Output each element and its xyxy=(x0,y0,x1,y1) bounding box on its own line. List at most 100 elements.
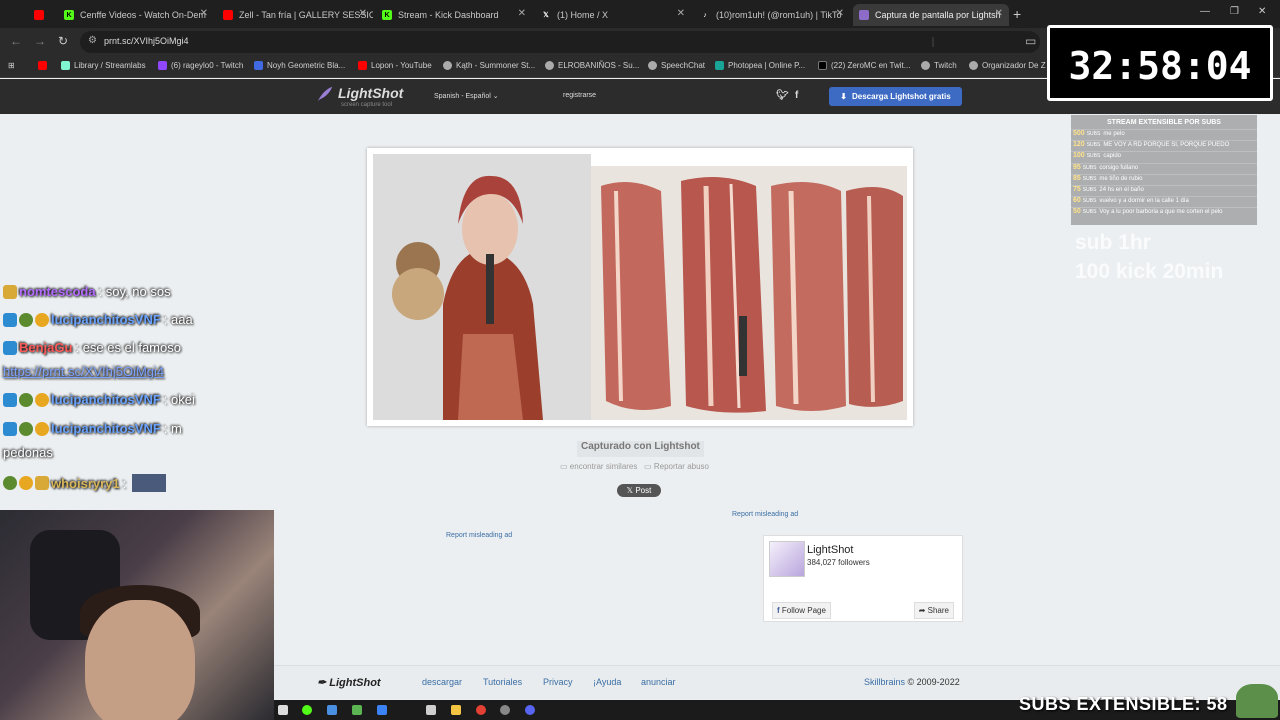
site-info-icon[interactable]: ⚙ xyxy=(88,35,97,46)
post-label: Post xyxy=(635,486,652,495)
bookmark-label: Lopon - YouTube xyxy=(371,61,432,70)
folder-icon[interactable] xyxy=(451,705,461,715)
tab-kick-dashboard[interactable]: K Stream - Kick Dashboard ✕ xyxy=(376,4,532,26)
subs-goal-row: 95 SUBS corsigo fullano xyxy=(1071,162,1257,174)
chat-message: pedonas xyxy=(3,445,53,460)
bookmark-elrobaninos[interactable]: ELROBANIÑOS - Su... xyxy=(545,61,639,70)
screenshot-image[interactable] xyxy=(367,148,913,426)
crown-badge-icon xyxy=(3,284,17,299)
goal-unit: SUBS xyxy=(1082,175,1097,182)
tab-youtube[interactable] xyxy=(28,4,52,26)
back-icon[interactable]: ← xyxy=(10,34,22,48)
app-icon[interactable] xyxy=(377,705,387,715)
subs-goal-row: 120 SUBS ME VOY A RD PORQUE SI, PORQUE PUE… xyxy=(1071,140,1257,151)
twitter-icon[interactable]: 🐦︎ xyxy=(776,90,789,101)
tab-cenffe[interactable]: K Cenffe Videos - Watch On-Dem ✕ xyxy=(58,4,214,26)
register-link[interactable]: registrarse xyxy=(563,92,596,99)
bookmark-youtube[interactable] xyxy=(38,61,51,70)
apps-icon[interactable]: ⊞ xyxy=(8,61,15,70)
address-bar[interactable]: ⚙ prnt.sc/XVIhj5OiMgi4 xyxy=(80,31,1040,53)
app-icon[interactable] xyxy=(426,705,436,715)
bookmark-twitch-rageylo[interactable]: (6) rageylo0 - Twitch xyxy=(158,61,243,70)
sub-time-text: sub 1hr xyxy=(1075,231,1151,254)
report-misleading-ad-link[interactable]: Report misleading ad xyxy=(732,511,798,518)
new-tab-button[interactable]: + xyxy=(1013,6,1021,22)
bookmark-organizador[interactable]: Organizador De Z xyxy=(969,61,1046,70)
language-select[interactable]: Spanish - Español ⌄ xyxy=(434,92,499,100)
app-icon[interactable] xyxy=(327,705,337,715)
fb-page-name[interactable]: LightShot xyxy=(807,544,853,556)
bookmark-noyh[interactable]: Noyh Geometric Bla... xyxy=(254,61,345,70)
follow-page-button[interactable]: f Follow Page xyxy=(772,602,831,619)
report-misleading-ad-link[interactable]: Report misleading ad xyxy=(446,532,512,539)
globe-icon xyxy=(443,61,452,70)
app-icon[interactable] xyxy=(500,705,510,715)
cast-icon[interactable]: ▭ xyxy=(1025,34,1036,48)
copyright: Skillbrains © 2009-2022 xyxy=(864,677,960,687)
bookmark-speechchat[interactable]: SpeechChat xyxy=(648,61,705,70)
skillbrains-link[interactable]: Skillbrains xyxy=(864,677,905,687)
discord-icon[interactable] xyxy=(525,705,535,715)
footer-link-download[interactable]: descargar xyxy=(422,677,462,687)
footer-link-advertise[interactable]: anunciar xyxy=(641,677,676,687)
footer-logo-text: LightShot xyxy=(329,677,381,689)
logo-text: LightShot xyxy=(338,85,404,101)
window-close-icon[interactable]: ✕ xyxy=(1258,6,1266,17)
bookmark-zeromc[interactable]: (22) ZeroMC en Twit... xyxy=(818,61,910,70)
close-icon[interactable]: ✕ xyxy=(836,8,844,19)
bookmark-streamlabs[interactable]: Library / Streamlabs xyxy=(61,61,146,70)
close-icon[interactable]: ✕ xyxy=(677,8,685,19)
bookmark-label: Organizador De Z xyxy=(982,61,1046,70)
close-icon[interactable]: ✕ xyxy=(200,8,208,19)
tab-lightshot[interactable]: Captura de pantalla por Lightsh ✕ xyxy=(853,4,1009,26)
goal-unit: SUBS xyxy=(1086,142,1101,149)
tab-zell[interactable]: Zell - Tan fría | GALLERY SESSIO ✕ xyxy=(217,4,373,26)
chevron-down-icon: ⌄ xyxy=(492,93,499,100)
bookmark-summoner[interactable]: Kąth - Summoner St... xyxy=(443,61,535,70)
close-icon[interactable]: ✕ xyxy=(518,8,526,19)
x-post-button[interactable]: 𝕏 Post xyxy=(617,484,661,497)
lightshot-page-avatar[interactable] xyxy=(769,541,805,577)
bookmark-twitch[interactable]: Twitch xyxy=(921,61,957,70)
reload-icon[interactable]: ↻ xyxy=(58,34,68,48)
footer-logo[interactable]: ✒ LightShot xyxy=(317,676,381,689)
chrome-icon[interactable] xyxy=(476,705,486,715)
chat-text: : m xyxy=(163,421,182,436)
footer-link-help[interactable]: ¡Ayuda xyxy=(593,677,621,687)
chat-username: lucipanchitosVNF xyxy=(51,312,161,327)
forward-icon[interactable]: → xyxy=(34,34,46,48)
download-button[interactable]: ⬇ Descarga Lightshot gratis xyxy=(829,87,962,106)
app-icon[interactable] xyxy=(302,705,312,715)
tab-x-home[interactable]: 𝕏 (1) Home / X ✕ xyxy=(535,4,691,26)
bookmark-photopea[interactable]: Photopea | Online P... xyxy=(715,61,805,70)
lightshot-logo[interactable]: LightShot xyxy=(316,85,403,103)
facebook-icon[interactable]: f xyxy=(795,90,798,101)
close-icon[interactable]: ✕ xyxy=(995,8,1003,19)
lightshot-feather-icon xyxy=(859,10,869,20)
chat-text: : soy, no sos xyxy=(98,284,171,299)
goal-unit: SUBS xyxy=(1086,131,1101,137)
close-icon[interactable]: ✕ xyxy=(359,8,367,19)
photopea-icon xyxy=(715,61,724,70)
goal-unit: SUBS xyxy=(1082,164,1097,171)
start-icon[interactable] xyxy=(278,705,288,715)
tab-label: Captura de pantalla por Lightsh xyxy=(875,10,1001,20)
pepper-badge-icon xyxy=(19,392,33,407)
chat-message: whoisryry1 : xyxy=(3,474,167,492)
minimize-icon[interactable]: — xyxy=(1200,6,1210,17)
tab-label: (10)rom1uh! (@rom1uh) | TikTo xyxy=(716,10,842,20)
footer-link-privacy[interactable]: Privacy xyxy=(543,677,573,687)
goal-text: ME VOY A RD PORQUE SI, PORQUE PUEDO xyxy=(1103,142,1230,149)
goal-text: Voy a lu poor barboria a que me corten e… xyxy=(1099,209,1223,216)
share-button[interactable]: ➦ Share xyxy=(913,602,954,619)
maximize-icon[interactable]: ❐ xyxy=(1230,6,1239,17)
report-abuse-link[interactable]: ▭ Reportar abuso xyxy=(644,462,709,471)
find-similar-link[interactable]: ▭ encontrar similares xyxy=(560,462,637,471)
app-icon[interactable] xyxy=(352,705,362,715)
bookmark-label: (6) rageylo0 - Twitch xyxy=(171,61,244,70)
x-icon: 𝕏 xyxy=(543,12,549,19)
tab-tiktok[interactable]: ♪ (10)rom1uh! (@rom1uh) | TikTo ✕ xyxy=(694,4,850,26)
footer-link-tutorials[interactable]: Tutoriales xyxy=(483,677,522,687)
kick-time-text: 100 kick 20min xyxy=(1075,260,1224,283)
bookmark-lopon[interactable]: Lopon - YouTube xyxy=(358,61,432,70)
